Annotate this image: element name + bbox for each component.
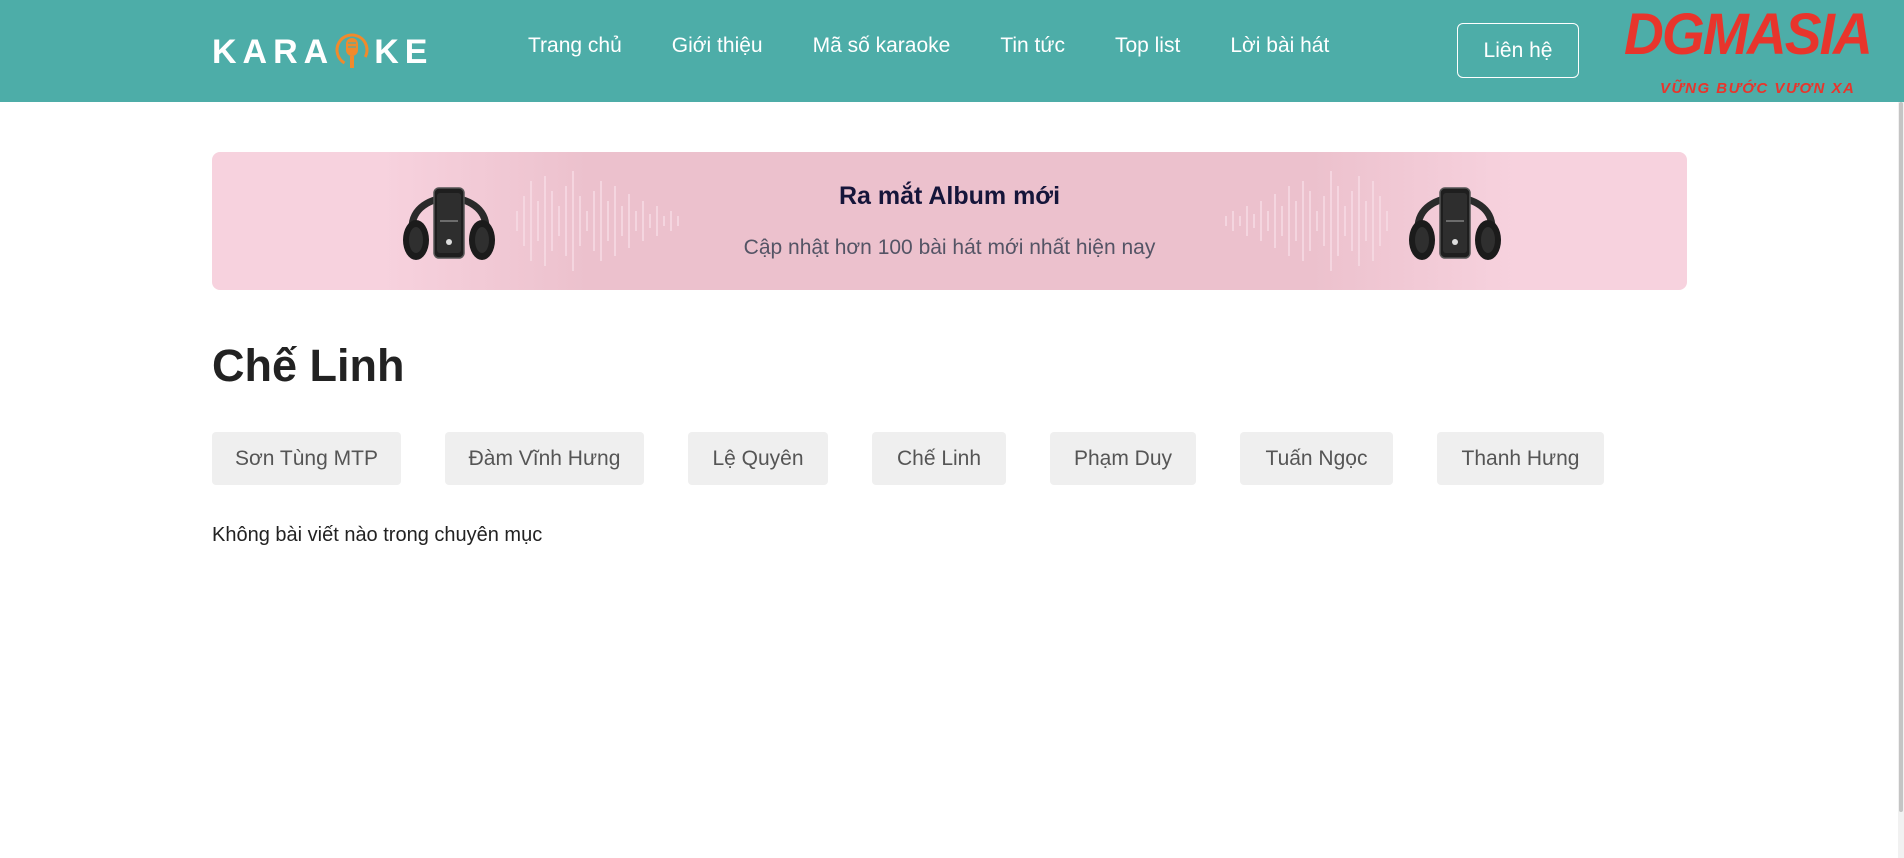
album-banner[interactable]: Ra mắt Album mới Cập nhật hơn 100 bài há…	[212, 152, 1687, 290]
brand-slogan: VỮNG BƯỚC VƯƠN XA	[1660, 80, 1856, 97]
nav-item-karaoke-codes[interactable]: Mã số karaoke	[813, 34, 951, 58]
nav-item-lyrics[interactable]: Lời bài hát	[1230, 34, 1329, 58]
nav-item-top-list[interactable]: Top list	[1115, 34, 1180, 58]
banner-title: Ra mắt Album mới	[838, 182, 1061, 210]
main-nav: Trang chủ Giới thiệu Mã số karaoke Tin t…	[528, 34, 1379, 58]
logo-text-right: KE	[374, 32, 434, 71]
artist-chip[interactable]: Sơn Tùng MTP	[212, 432, 401, 485]
artist-chip[interactable]: Tuấn Ngọc	[1240, 432, 1393, 485]
karaoke-logo[interactable]: KARA KE	[212, 30, 433, 74]
artist-chip[interactable]: Đàm Vĩnh Hưng	[445, 432, 644, 485]
artist-chip[interactable]: Phạm Duy	[1050, 432, 1196, 485]
logo-text-left: KARA	[212, 32, 335, 71]
page-title: Chế Linh	[212, 340, 405, 391]
page-scrollbar[interactable]	[1898, 102, 1904, 858]
dgmasia-brand-logo[interactable]: DGMASIA VỮNG BƯỚC VƯƠN XA	[1624, 6, 1898, 98]
artist-chip[interactable]: Lệ Quyên	[688, 432, 828, 485]
site-header: KARA KE Trang chủ Giới thiệu Mã số karao…	[0, 0, 1904, 102]
nav-item-news[interactable]: Tin tức	[1000, 34, 1065, 58]
scrollbar-thumb[interactable]	[1899, 102, 1903, 812]
empty-category-message: Không bài viết nào trong chuyên mục	[212, 524, 543, 546]
microphone-icon	[334, 32, 370, 72]
artist-chip[interactable]: Thanh Hưng	[1437, 432, 1604, 485]
brand-main-text: DGMASIA	[1624, 2, 1873, 67]
nav-item-home[interactable]: Trang chủ	[528, 34, 622, 58]
banner-subtitle: Cập nhật hơn 100 bài hát mới nhất hiện n…	[743, 236, 1156, 259]
nav-item-about[interactable]: Giới thiệu	[672, 34, 763, 58]
contact-button[interactable]: Liên hệ	[1457, 23, 1579, 78]
artist-chip[interactable]: Chế Linh	[872, 432, 1006, 485]
